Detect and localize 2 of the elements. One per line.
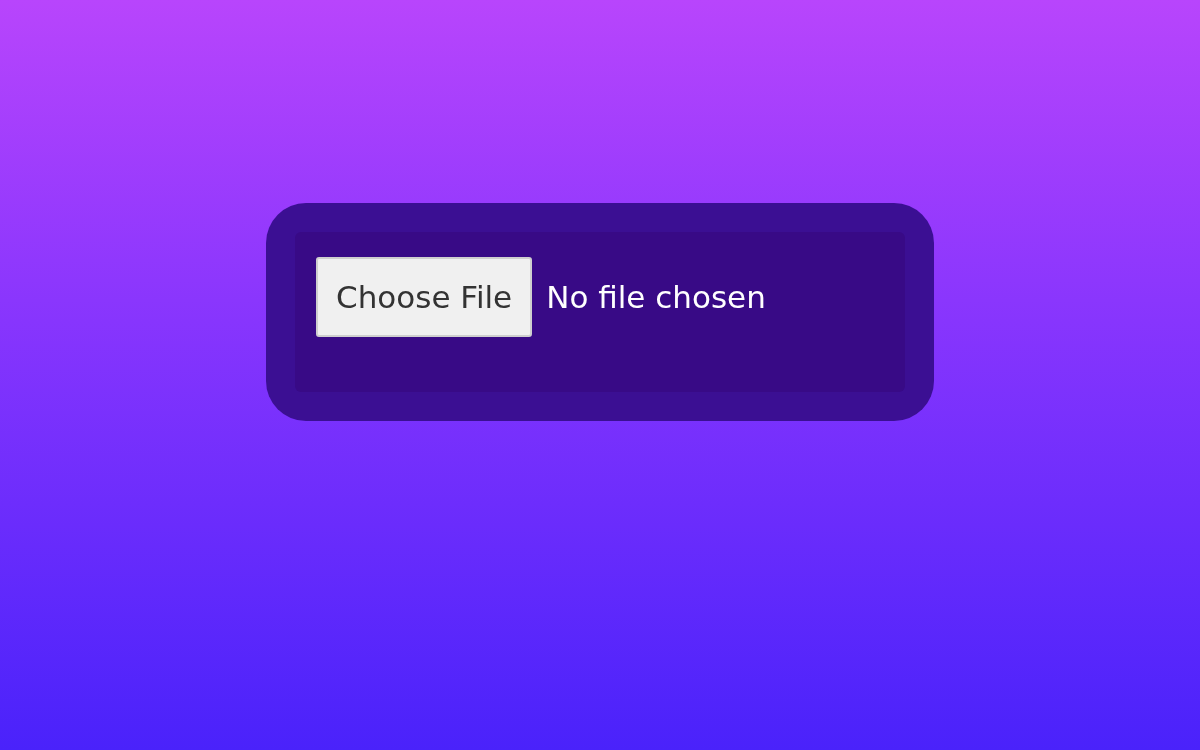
file-status-text: No file chosen	[546, 279, 766, 315]
choose-file-button[interactable]: Choose File	[316, 257, 533, 337]
